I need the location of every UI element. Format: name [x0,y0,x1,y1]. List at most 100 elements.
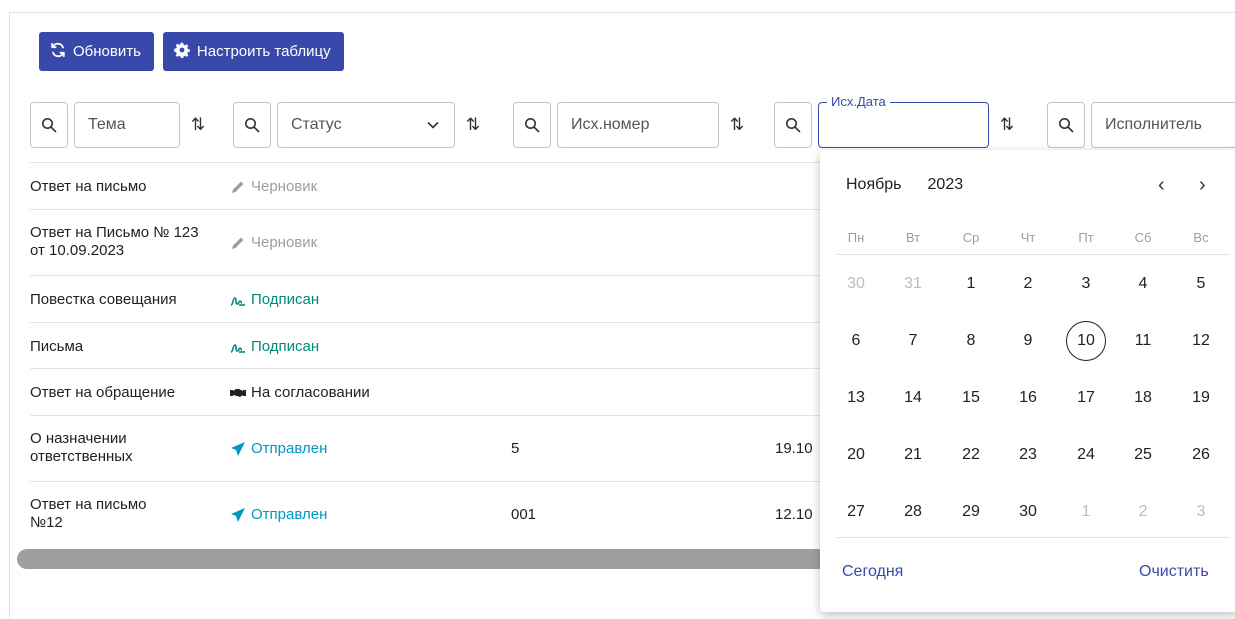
row-status: Черновик [230,178,317,195]
calendar-day[interactable]: 26 [1181,435,1221,475]
calendar-day[interactable]: 27 [836,492,876,532]
outdate-sort-icon[interactable]: ⇅ [995,115,1019,135]
calendar-day[interactable]: 30 [1008,492,1048,532]
refresh-icon [50,42,66,62]
outnum-filter-input[interactable]: Исх.номер [557,102,719,148]
outdate-search-button[interactable] [774,102,812,148]
calendar-day[interactable]: 8 [951,321,991,361]
refresh-label: Обновить [73,43,141,60]
filter-outnum: Исх.номер ⇅ [513,102,749,148]
paper-plane-icon [231,507,245,522]
paper-plane-icon [231,441,245,456]
calendar-day[interactable]: 2 [1123,492,1163,532]
calendar-day[interactable]: 7 [893,321,933,361]
configure-table-button[interactable]: Настроить таблицу [162,32,344,71]
calendar-day[interactable]: 21 [893,435,933,475]
table-row[interactable]: О назначении ответственных Отправлен 5 1… [30,415,820,481]
calendar-day[interactable]: 4 [1123,264,1163,304]
status-search-button[interactable] [233,102,271,148]
outnum-sort-icon[interactable]: ⇅ [725,115,749,135]
calendar-day[interactable]: 9 [1008,321,1048,361]
calendar-day[interactable]: 25 [1123,435,1163,475]
calendar-day[interactable]: 6 [836,321,876,361]
calendar-day[interactable]: 3 [1181,492,1221,532]
status-filter-select[interactable]: Статус [277,102,455,148]
next-month-icon[interactable]: › [1199,174,1206,197]
table-row[interactable]: Ответ на обращение На согласовании [30,368,820,415]
outdate-filter-input[interactable]: Исх.Дата [818,94,989,148]
executor-filter-input[interactable]: Исполнитель [1091,102,1235,148]
calendar-header: Ноябрь 2023 [846,176,963,194]
row-subject: Ответ на Письмо № 123 от 10.09.2023 [30,224,199,259]
calendar-day[interactable]: 18 [1123,378,1163,418]
today-button[interactable]: Сегодня [842,563,903,581]
refresh-button[interactable]: Обновить [39,32,154,71]
weekday-label: Пт [1078,230,1094,245]
prev-month-icon[interactable]: ‹ [1158,174,1165,197]
weekday-label: Вс [1193,230,1209,245]
calendar-day[interactable]: 31 [893,264,933,304]
chevron-down-icon [427,121,439,129]
subject-filter-input[interactable]: Тема [74,102,180,148]
search-icon [786,118,801,133]
status-placeholder: Статус [291,116,342,133]
calendar-day[interactable]: 5 [1181,264,1221,304]
gear-icon [174,42,190,62]
weekday-label: Чт [1020,230,1036,245]
calendar-month[interactable]: Ноябрь [846,176,902,194]
calendar-day[interactable]: 11 [1123,321,1163,361]
search-icon [525,118,540,133]
calendar-day[interactable]: 20 [836,435,876,475]
calendar-day[interactable]: 19 [1181,378,1221,418]
row-subject: О назначении ответственных [30,430,133,465]
row-subject: Ответ на письмо №12 [30,496,147,531]
search-icon [245,118,260,133]
subject-sort-icon[interactable]: ⇅ [186,115,210,135]
weekday-divider [836,254,1229,255]
row-status: Отправлен [230,506,327,523]
horizontal-scrollbar[interactable] [17,549,827,569]
calendar-day[interactable]: 23 [1008,435,1048,475]
calendar-day[interactable]: 29 [951,492,991,532]
calendar-day[interactable]: 15 [951,378,991,418]
calendar-day[interactable]: 17 [1066,378,1106,418]
table-row[interactable]: Ответ на письмо Черновик [30,162,820,209]
row-subject: Ответ на письмо [30,178,147,195]
date-picker-popup: Ноябрь 2023 ‹ › Пн Вт Ср Чт Пт Сб Вс 30 3… [820,150,1235,612]
calendar-day[interactable]: 22 [951,435,991,475]
weekday-label: Вт [905,230,921,245]
calendar-day[interactable]: 16 [1008,378,1048,418]
calendar-day[interactable]: 14 [893,378,933,418]
calendar-day[interactable]: 1 [1066,492,1106,532]
row-subject: Повестка совещания [30,291,177,308]
row-subject: Ответ на обращение [30,384,176,401]
row-status: Подписан [230,291,319,308]
weekday-label: Ср [962,230,980,245]
calendar-day[interactable]: 1 [951,264,991,304]
executor-placeholder: Исполнитель [1105,116,1203,133]
pencil-icon [232,237,244,249]
outnum-search-button[interactable] [513,102,551,148]
status-sort-icon[interactable]: ⇅ [461,115,485,135]
calendar-day[interactable]: 10 [1066,321,1106,361]
clear-button[interactable]: Очистить [1139,563,1209,581]
filter-outdate: Исх.Дата ⇅ [774,94,1019,148]
table-row[interactable]: Повестка совещания Подписан [30,275,820,322]
calendar-day[interactable]: 30 [836,264,876,304]
table-row[interactable]: Ответ на письмо №12 Отправлен 001 12.10 [30,481,820,547]
calendar-day[interactable]: 13 [836,378,876,418]
toolbar: Обновить Настроить таблицу [39,32,344,71]
executor-search-button[interactable] [1047,102,1085,148]
search-icon [1059,118,1074,133]
calendar-day[interactable]: 28 [893,492,933,532]
calendar-day[interactable]: 24 [1066,435,1106,475]
calendar-day[interactable]: 12 [1181,321,1221,361]
weekday-label: Сб [1134,230,1152,245]
calendar-day[interactable]: 2 [1008,264,1048,304]
row-outnum: 001 [511,506,537,523]
table-row[interactable]: Ответ на Письмо № 123 от 10.09.2023 Черн… [30,209,820,275]
table-row[interactable]: Письма Подписан [30,322,820,368]
calendar-day[interactable]: 3 [1066,264,1106,304]
subject-search-button[interactable] [30,102,68,148]
calendar-year[interactable]: 2023 [928,176,964,194]
